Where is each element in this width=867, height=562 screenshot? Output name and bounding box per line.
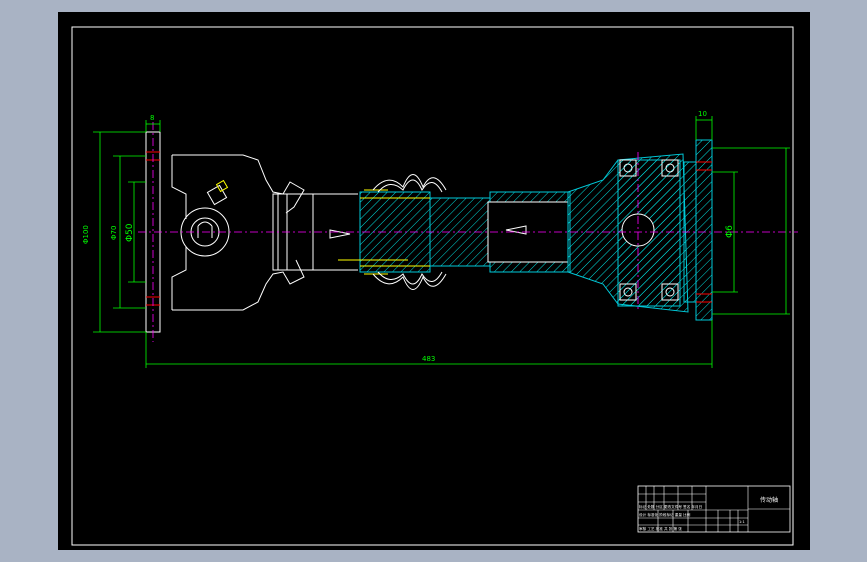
dim-left-inner-diameter: Φ50 [125,223,135,242]
title-row-4: 审核 工艺 批准 共 张 第 张 [639,526,682,531]
dim-right-inner-diameter: Φ6 [725,225,735,238]
dim-left-outer-diameter: Φ100 [82,225,90,244]
title-block: 标记 处数 分区 更改文件号 签名 年月日 设计 标准化 阶段标记 重量 比例 … [637,485,791,533]
cad-viewport[interactable]: 8 10 Φ100 Φ70 Φ50 Φ6 483 标记 处数 分区 更改文件号 … [0,0,867,562]
dim-right-flange-thickness: 10 [698,110,707,118]
dim-overall-length: 483 [422,355,435,363]
left-yoke [171,154,305,311]
title-scale: 1:1 [739,520,745,524]
drawing-canvas: 8 10 Φ100 Φ70 Φ50 Φ6 483 标记 处数 分区 更改文件号 … [71,26,798,546]
right-flange [683,139,713,321]
title-row-3: 设计 标准化 阶段标记 重量 比例 [639,512,691,517]
drawing-sheet: 8 10 Φ100 Φ70 Φ50 Φ6 483 标记 处数 分区 更改文件号 … [58,12,810,550]
dim-left-bolt-circle: Φ70 [110,226,118,240]
title-row-2: 标记 处数 分区 更改文件号 签名 年月日 [639,504,702,509]
title-part-name: 传动轴 [760,496,778,504]
dim-left-flange-thickness: 8 [150,114,154,122]
